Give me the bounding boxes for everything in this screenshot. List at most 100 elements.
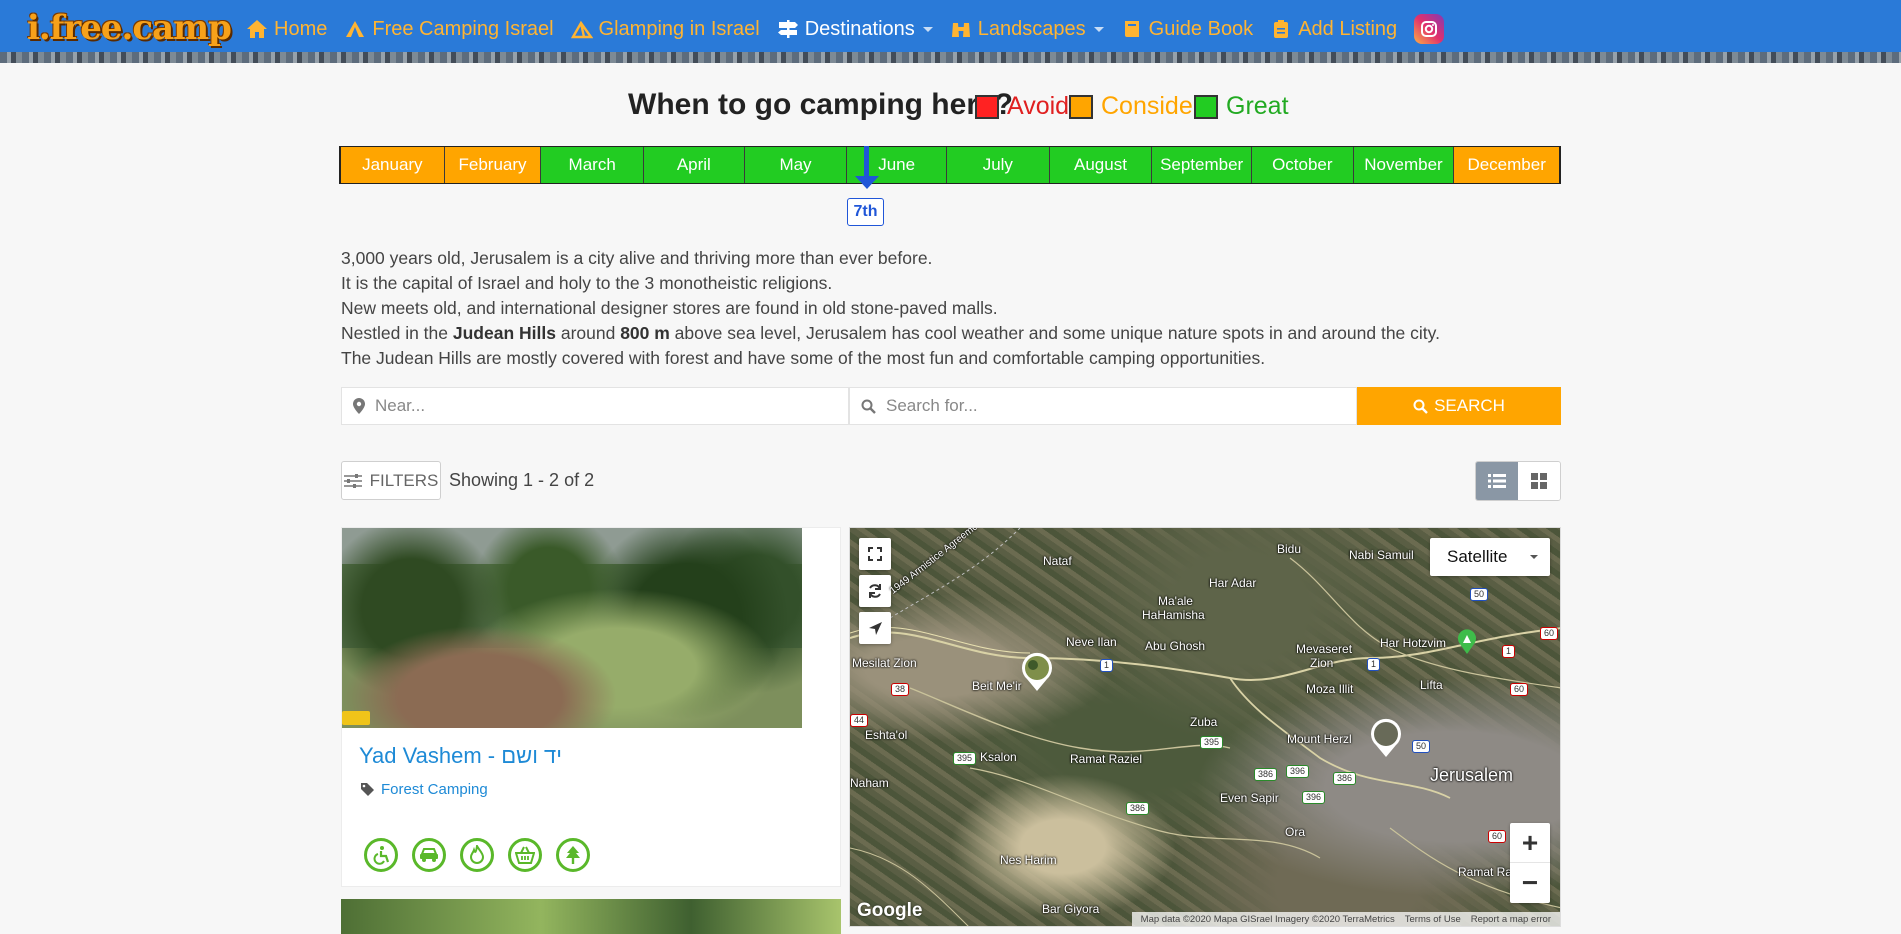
binoculars-icon — [950, 18, 972, 40]
map-label: Moza Illit — [1306, 682, 1354, 696]
nav-add-listing[interactable]: Add Listing — [1270, 18, 1397, 41]
month-may: May — [744, 147, 848, 183]
map[interactable]: Satellite Nataf Bidu Nabi Samuil Har Ada… — [849, 527, 1561, 927]
legend-consider-swatch — [1069, 94, 1093, 119]
map-label: Nabi Samuil — [1349, 548, 1414, 562]
map-label: Mount Herzl — [1287, 732, 1352, 746]
instagram-icon[interactable] — [1414, 14, 1445, 44]
tree-icon — [556, 838, 590, 872]
map-label: Jerusalem — [1430, 765, 1514, 785]
view-toggle — [1475, 461, 1561, 501]
listing-category[interactable]: Forest Camping — [360, 781, 488, 798]
map-label: Zuba — [1190, 715, 1218, 729]
home-icon — [246, 18, 268, 40]
listing-photo[interactable] — [342, 528, 802, 728]
sliders-icon — [343, 473, 362, 488]
google-logo: Google — [857, 900, 923, 921]
filters-button[interactable]: FILTERS — [341, 461, 441, 500]
nav-destinations-label: Destinations — [804, 17, 915, 40]
road-shield: 1 — [1100, 659, 1114, 672]
road-shield: 60 — [1510, 683, 1529, 696]
map-type-label: Satellite — [1447, 547, 1508, 566]
grid-icon — [1531, 473, 1547, 489]
map-label: Mesilat Zion — [852, 656, 917, 670]
basket-icon — [508, 838, 542, 872]
listing-card[interactable]: Yad Vashem - יד ושם Forest Camping — [341, 527, 841, 887]
map-type-select[interactable]: Satellite — [1430, 538, 1550, 576]
destination-description: 3,000 years old, Jerusalem is a city ali… — [341, 246, 1440, 371]
site-header: i.free.camp Home Free Camping Israel Gla… — [0, 0, 1901, 63]
listing-title[interactable]: Yad Vashem - יד ושם — [359, 743, 562, 769]
road-shield: 386 — [1126, 802, 1150, 815]
main-nav: Home Free Camping Israel Glamping in Isr… — [246, 13, 1445, 45]
map-label: Neve Ilan — [1066, 635, 1117, 649]
map-label: Even Sapir — [1220, 791, 1279, 805]
near-placeholder: Near... — [375, 396, 426, 415]
today-marker-arrow — [855, 176, 879, 189]
locate-me-button[interactable] — [859, 612, 891, 644]
near-input[interactable]: Near... — [341, 387, 849, 425]
listing-map-pin[interactable] — [1019, 650, 1055, 692]
month-october: October — [1251, 147, 1354, 183]
listing-card-2-photo[interactable] — [341, 899, 841, 934]
chevron-down-icon — [1093, 26, 1104, 32]
search-input[interactable]: Search for... — [849, 387, 1357, 425]
search-button[interactable]: SEARCH — [1357, 387, 1561, 425]
month-january: January — [341, 147, 445, 183]
header-decoration — [0, 52, 1901, 63]
map-label: Ma'ale — [1158, 594, 1193, 608]
month-bar: January February March April May June July Augu… — [339, 146, 1561, 184]
today-marker-label: 7th — [847, 198, 884, 226]
nav-free-camping[interactable]: Free Camping Israel — [344, 17, 554, 41]
desc-line: New meets old, and international designe… — [341, 298, 998, 318]
legend-great-swatch — [1194, 94, 1218, 119]
legend-avoid: Avoid — [975, 92, 1069, 121]
filters-label: FILTERS — [369, 470, 439, 490]
book-icon — [1121, 18, 1143, 40]
desc-line: The Judean Hills are mostly covered with… — [341, 348, 1266, 368]
zoom-in-button[interactable]: + — [1510, 823, 1550, 863]
road-shield: 50 — [1470, 588, 1489, 601]
map-label: Beit Me'ir — [972, 679, 1022, 693]
report-map-error-link[interactable]: Report a map error — [1471, 914, 1551, 925]
road-shield: 38 — [891, 683, 910, 696]
map-label: Zion — [1310, 656, 1334, 670]
search-bar: Near... Search for... SEARCH — [341, 387, 1561, 425]
legend-avoid-swatch — [975, 94, 999, 119]
zoom-out-button[interactable]: − — [1510, 863, 1550, 903]
nav-landscapes[interactable]: Landscapes — [950, 18, 1104, 41]
search-icon — [1413, 399, 1428, 414]
map-label: Lifta — [1420, 678, 1443, 692]
month-december: December — [1454, 147, 1559, 183]
listing-map-pin[interactable] — [1368, 716, 1404, 758]
chevron-down-icon — [1530, 555, 1538, 559]
grid-view-button[interactable] — [1518, 462, 1560, 500]
nav-guide-book-label: Guide Book — [1148, 17, 1254, 40]
refresh-map-button[interactable] — [859, 575, 891, 607]
nav-glamping-label: Glamping in Israel — [598, 17, 760, 40]
map-label: Nataf — [1043, 554, 1072, 568]
results-count: Showing 1 - 2 of 2 — [449, 470, 595, 490]
nav-glamping[interactable]: Glamping in Israel — [570, 17, 760, 41]
listing-badge — [342, 711, 370, 725]
fullscreen-button[interactable] — [859, 538, 891, 570]
nav-free-camping-label: Free Camping Israel — [372, 17, 554, 40]
map-label: Naham — [850, 776, 889, 790]
tent-icon — [344, 18, 366, 40]
nav-destinations[interactable]: Destinations — [777, 18, 933, 41]
road-shield: 386 — [1254, 768, 1278, 781]
tag-icon — [360, 782, 375, 797]
road-shield: 60 — [1540, 627, 1559, 640]
site-logo[interactable]: i.free.camp — [27, 8, 232, 48]
location-arrow-icon — [868, 621, 882, 635]
poi-marker-icon[interactable] — [1457, 629, 1477, 655]
legend-consider-label: Consider — [1101, 92, 1202, 120]
map-label: Nes Harim — [1000, 853, 1057, 867]
month-march: March — [541, 147, 644, 183]
nav-guide-book[interactable]: Guide Book — [1121, 17, 1254, 41]
list-view-button[interactable] — [1476, 462, 1518, 500]
nav-home[interactable]: Home — [246, 18, 327, 41]
desc-line: Nestled in the Judean Hills around 800 m… — [341, 323, 1440, 343]
terms-of-use-link[interactable]: Terms of Use — [1405, 914, 1461, 925]
map-label: Ramat Raziel — [1070, 752, 1143, 766]
